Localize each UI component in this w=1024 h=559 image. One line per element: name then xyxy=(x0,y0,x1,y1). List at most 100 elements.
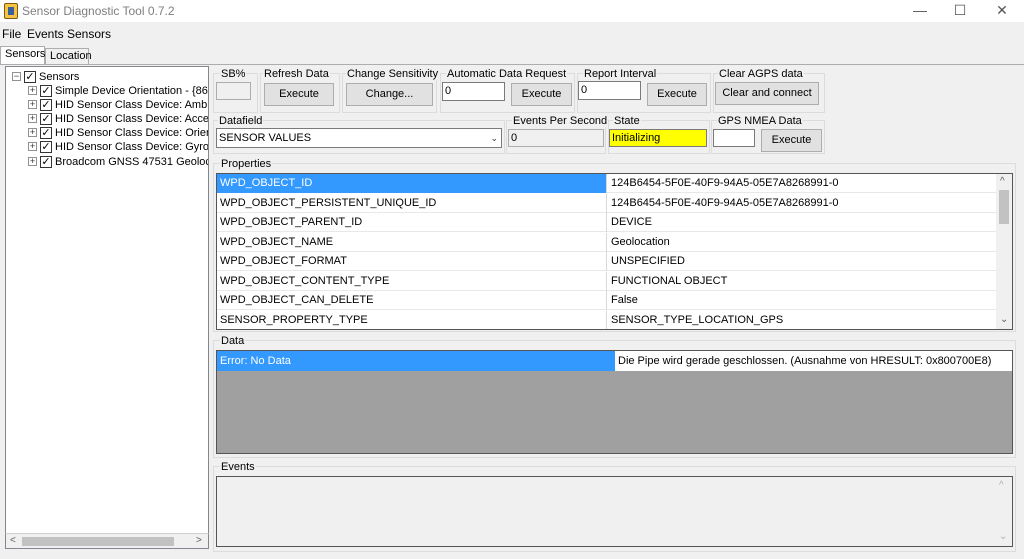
auto-request-input[interactable]: 0 xyxy=(442,82,505,101)
datafield-label: Datafield xyxy=(218,115,264,127)
table-row[interactable]: WPD_OBJECT_PARENT_ID DEVICE xyxy=(217,213,997,232)
tab-strip: Sensors Location xyxy=(0,46,1024,65)
tree-item-label: HID Sensor Class Device: Acceleron xyxy=(55,113,209,126)
menu-file[interactable]: File xyxy=(2,27,21,41)
data-grid[interactable]: Error: No Data Die Pipe wird gerade gesc… xyxy=(216,350,1013,454)
tab-sensors[interactable]: Sensors xyxy=(0,46,45,65)
maximize-button[interactable]: ☐ xyxy=(940,0,980,22)
checkbox-sensors[interactable]: ✓ xyxy=(24,71,36,83)
property-key-cell: WPD_OBJECT_CONTENT_TYPE xyxy=(217,271,607,291)
checkbox[interactable]: ✓ xyxy=(40,141,52,154)
properties-label: Properties xyxy=(220,158,273,170)
properties-vertical-scrollbar[interactable]: ^ ⌄ xyxy=(996,174,1012,329)
property-key-cell: WPD_OBJECT_CAN_DELETE xyxy=(217,291,607,310)
agps-label: Clear AGPS data xyxy=(718,68,804,80)
data-value-cell: Die Pipe wird gerade geschlossen. (Ausna… xyxy=(618,355,992,367)
collapse-icon[interactable]: − xyxy=(12,72,21,81)
report-interval-input[interactable]: 0 xyxy=(578,81,641,100)
table-row[interactable]: WPD_OBJECT_CAN_DELETE False xyxy=(217,291,997,310)
checkbox[interactable]: ✓ xyxy=(40,155,52,168)
expand-icon[interactable]: + xyxy=(28,114,37,124)
table-row[interactable]: Error: No Data Die Pipe wird gerade gesc… xyxy=(217,351,1012,371)
menu-events[interactable]: Events xyxy=(27,27,64,41)
nmea-input[interactable] xyxy=(713,129,755,147)
tab-location[interactable]: Location xyxy=(45,48,92,65)
report-interval-label: Report Interval xyxy=(583,68,658,80)
property-value-cell: 124B6454-5F0E-40F9-94A5-05E7A8268991-0 xyxy=(611,196,839,209)
title-bar: Sensor Diagnostic Tool 0.7.2 — ☐ ✕ xyxy=(0,0,1024,22)
state-field: Initializing xyxy=(609,129,707,147)
scroll-thumb[interactable] xyxy=(999,190,1009,224)
eps-label: Events Per Second xyxy=(512,115,609,127)
property-value-cell: Geolocation xyxy=(611,235,670,248)
scroll-up-icon[interactable]: ^ xyxy=(999,480,1004,491)
refresh-execute-button[interactable]: Execute xyxy=(264,83,334,106)
checkbox[interactable]: ✓ xyxy=(40,99,52,112)
eps-field: 0 xyxy=(508,129,604,147)
clear-and-connect-button[interactable]: Clear and connect xyxy=(715,82,819,105)
minimize-button[interactable]: — xyxy=(900,0,940,22)
change-sensitivity-button[interactable]: Change... xyxy=(346,83,433,106)
scroll-down-icon[interactable]: ⌄ xyxy=(999,531,1007,542)
chevron-down-icon: ⌄ xyxy=(490,133,498,143)
table-row[interactable]: WPD_OBJECT_ID 124B6454-5F0E-40F9-94A5-05E… xyxy=(217,174,997,193)
checkbox[interactable]: ✓ xyxy=(40,85,52,97)
sb-label: SB% xyxy=(220,68,247,80)
checkbox[interactable]: ✓ xyxy=(40,113,52,126)
expand-icon[interactable]: + xyxy=(28,128,37,138)
property-key-cell: WPD_OBJECT_NAME xyxy=(217,232,607,252)
sensor-tree[interactable]: − ✓ Sensors + ✓ Simple Device Orientation … xyxy=(5,66,209,549)
tree-item-label: HID Sensor Class Device: Gyroscop xyxy=(55,141,209,154)
property-key-cell: SENSOR_PROPERTY_TYPE xyxy=(217,310,607,329)
expand-icon[interactable]: + xyxy=(28,156,37,166)
table-row[interactable]: SENSOR_PROPERTY_TYPE SENSOR_TYPE_LOCATION… xyxy=(217,310,997,329)
property-key-cell: WPD_OBJECT_FORMAT xyxy=(217,252,607,271)
app-icon xyxy=(4,3,18,19)
table-row[interactable]: WPD_OBJECT_CONTENT_TYPE FUNCTIONAL OBJECT xyxy=(217,271,997,291)
close-button[interactable]: ✕ xyxy=(982,0,1022,22)
property-key-cell: WPD_OBJECT_PARENT_ID xyxy=(217,213,607,232)
window-title: Sensor Diagnostic Tool 0.7.2 xyxy=(22,4,175,18)
tree-item-label: Broadcom GNSS 47531 Geolocation xyxy=(55,155,208,168)
tree-item-label: HID Sensor Class Device: Orientatio xyxy=(55,127,208,140)
nmea-label: GPS NMEA Data xyxy=(717,115,803,127)
scroll-down-icon[interactable]: ⌄ xyxy=(1000,314,1008,325)
sensitivity-label: Change Sensitivity xyxy=(346,68,440,80)
data-key-cell: Error: No Data xyxy=(217,351,615,371)
tree-item-label: Simple Device Orientation - {86A192 xyxy=(55,85,208,97)
property-value-cell: False xyxy=(611,294,638,306)
menu-sensors[interactable]: Sensors xyxy=(67,27,111,41)
property-key-cell: WPD_OBJECT_ID xyxy=(217,174,607,193)
auto-request-label: Automatic Data Request xyxy=(446,68,568,80)
property-value-cell: FUNCTIONAL OBJECT xyxy=(611,274,728,287)
scroll-right-icon[interactable]: > xyxy=(196,535,202,546)
tree-horizontal-scrollbar[interactable]: < > xyxy=(5,533,209,549)
property-value-cell: SENSOR_TYPE_LOCATION_GPS xyxy=(611,313,784,326)
events-log[interactable]: ^ ⌄ xyxy=(216,476,1013,547)
sb-field[interactable] xyxy=(216,82,251,100)
expand-icon[interactable]: + xyxy=(28,142,37,152)
tree-root-label: Sensors xyxy=(39,71,80,83)
table-row[interactable]: WPD_OBJECT_FORMAT UNSPECIFIED xyxy=(217,252,997,271)
data-label: Data xyxy=(220,335,246,347)
scroll-up-icon[interactable]: ^ xyxy=(1000,176,1005,187)
table-row[interactable]: WPD_OBJECT_NAME Geolocation xyxy=(217,232,997,252)
expand-icon[interactable]: + xyxy=(28,86,37,95)
checkbox[interactable]: ✓ xyxy=(40,127,52,140)
datafield-value: SENSOR VALUES xyxy=(219,132,312,144)
nmea-execute-button[interactable]: Execute xyxy=(761,129,822,152)
report-interval-execute-button[interactable]: Execute xyxy=(647,83,707,106)
scroll-left-icon[interactable]: < xyxy=(10,535,16,546)
datafield-select[interactable]: SENSOR VALUES ⌄ xyxy=(216,128,502,148)
property-key-cell: WPD_OBJECT_PERSISTENT_UNIQUE_ID xyxy=(217,193,607,213)
tree-item-label: HID Sensor Class Device: AmbientLi xyxy=(55,99,209,112)
expand-icon[interactable]: + xyxy=(28,100,37,110)
property-value-cell: DEVICE xyxy=(611,216,652,228)
refresh-label: Refresh Data xyxy=(263,68,330,80)
scroll-thumb[interactable] xyxy=(22,537,174,546)
properties-grid[interactable]: WPD_OBJECT_ID 124B6454-5F0E-40F9-94A5-05E… xyxy=(216,173,1013,330)
auto-request-execute-button[interactable]: Execute xyxy=(511,83,572,106)
property-value-cell: 124B6454-5F0E-40F9-94A5-05E7A8268991-0 xyxy=(611,177,839,189)
events-label: Events xyxy=(220,461,256,473)
table-row[interactable]: WPD_OBJECT_PERSISTENT_UNIQUE_ID 124B6454-… xyxy=(217,193,997,213)
